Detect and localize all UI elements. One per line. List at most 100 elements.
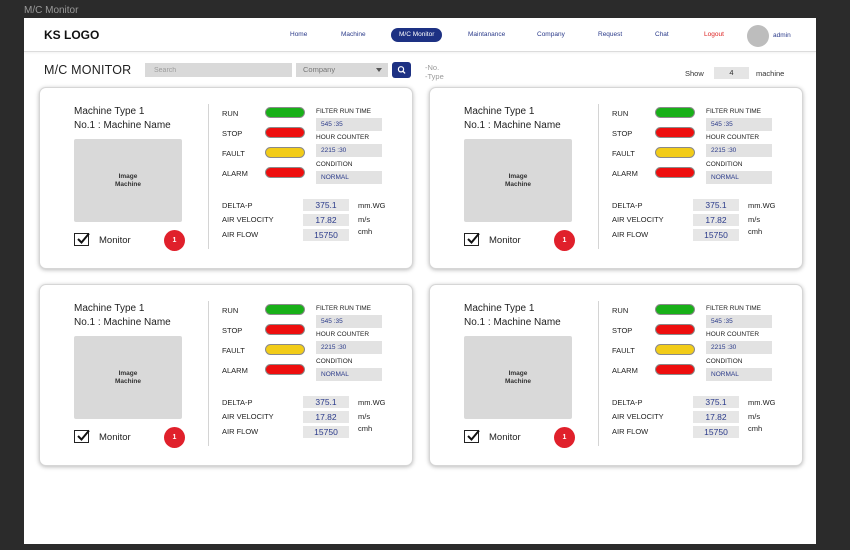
metric-unit-delta-p: mm.WG <box>358 398 386 407</box>
nav-request[interactable]: Request <box>598 31 622 38</box>
status-indicator-stop <box>655 324 695 335</box>
metric-value-air-flow: 15750 <box>693 426 739 438</box>
machine-card: Machine Type 1 No.1 : Machine Name Image… <box>39 87 413 269</box>
hour-counter-label: HOUR COUNTER <box>706 331 760 338</box>
condition-label: CONDITION <box>706 161 743 168</box>
metric-label-air-flow: AIR FLOW <box>612 427 649 436</box>
machine-image: Image Machine <box>74 336 182 419</box>
image-label-2: Machine <box>114 180 141 188</box>
metric-value-air-velocity: 17.82 <box>303 214 349 226</box>
hour-counter-value: 2215 :30 <box>316 144 382 157</box>
metric-label-air-velocity: AIR VELOCITY <box>222 215 274 224</box>
alert-badge[interactable]: 1 <box>164 427 185 448</box>
metric-unit-air-flow: cmh <box>358 227 373 236</box>
company-select-value: Company <box>303 65 336 74</box>
status-indicator-run <box>655 107 695 118</box>
monitor-checkbox[interactable] <box>74 429 90 443</box>
image-label: Image <box>508 172 528 180</box>
show-label: Show <box>685 69 704 78</box>
logo[interactable]: KS LOGO <box>44 28 99 42</box>
metric-value-air-flow: 15750 <box>303 426 349 438</box>
nav-home[interactable]: Home <box>290 31 307 38</box>
user-name[interactable]: admin <box>773 32 791 39</box>
nav-maintanance[interactable]: Maintanance <box>468 31 505 38</box>
nav-machine[interactable]: Machine <box>341 31 366 38</box>
filter-note-type: -Type <box>425 72 444 81</box>
metric-label-delta-p: DELTA-P <box>222 398 253 407</box>
machine-card: Machine Type 1 No.1 : Machine Name Image… <box>429 87 803 269</box>
status-label-alarm: ALARM <box>222 366 248 375</box>
metric-unit-air-velocity: m/s <box>358 412 371 421</box>
nav-company[interactable]: Company <box>537 31 565 38</box>
checkmark-icon <box>467 232 480 244</box>
status-label-run: RUN <box>222 306 239 315</box>
condition-value: NORMAL <box>316 368 382 381</box>
status-indicator-stop <box>265 324 305 335</box>
machine-image: Image Machine <box>74 139 182 222</box>
condition-label: CONDITION <box>316 358 353 365</box>
metric-label-air-velocity: AIR VELOCITY <box>612 215 664 224</box>
status-label-fault: FAULT <box>612 346 635 355</box>
search-icon <box>397 66 406 74</box>
avatar[interactable] <box>747 25 769 47</box>
machine-type: Machine Type 1 <box>74 106 145 117</box>
status-label-run: RUN <box>612 109 629 118</box>
company-select[interactable]: Company <box>296 63 388 77</box>
image-label: Image <box>118 369 138 377</box>
status-label-stop: STOP <box>222 326 243 335</box>
filter-note: -No. -Type <box>425 63 444 81</box>
machine-type: Machine Type 1 <box>464 303 535 314</box>
chevron-down-icon <box>376 68 382 72</box>
search-input[interactable] <box>145 63 292 77</box>
monitor-checkbox[interactable] <box>464 232 480 246</box>
machine-name: No.1 : Machine Name <box>74 317 171 328</box>
show-count[interactable]: 4 <box>714 67 749 79</box>
filter-run-time-value: 545 :35 <box>706 315 772 328</box>
metric-value-air-velocity: 17.82 <box>303 411 349 423</box>
filter-note-no: -No. <box>425 63 440 72</box>
metric-value-air-velocity: 17.82 <box>693 214 739 226</box>
nav-mc-monitor[interactable]: M/C Monitor <box>391 28 443 42</box>
filter-run-time-value: 545 :35 <box>706 118 772 131</box>
metric-label-delta-p: DELTA-P <box>612 398 643 407</box>
metric-value-delta-p: 375.1 <box>693 396 739 408</box>
alert-badge[interactable]: 1 <box>164 230 185 251</box>
status-indicator-run <box>265 304 305 315</box>
alert-badge[interactable]: 1 <box>554 230 575 251</box>
metric-unit-delta-p: mm.WG <box>358 201 386 210</box>
alert-badge[interactable]: 1 <box>554 427 575 448</box>
filter-run-time-label: FILTER RUN TIME <box>316 108 372 115</box>
metric-value-delta-p: 375.1 <box>303 396 349 408</box>
divider <box>208 104 209 249</box>
monitor-checkbox[interactable] <box>74 232 90 246</box>
metric-label-delta-p: DELTA-P <box>222 201 253 210</box>
search-button[interactable] <box>392 62 411 78</box>
monitor-label: Monitor <box>489 235 521 246</box>
condition-label: CONDITION <box>316 161 353 168</box>
monitor-label: Monitor <box>99 432 131 443</box>
nav-logout[interactable]: Logout <box>704 31 724 38</box>
condition-label: CONDITION <box>706 358 743 365</box>
metric-unit-delta-p: mm.WG <box>748 201 776 210</box>
image-label: Image <box>508 369 528 377</box>
checkmark-icon <box>467 429 480 441</box>
hour-counter-label: HOUR COUNTER <box>316 331 370 338</box>
monitor-checkbox[interactable] <box>464 429 480 443</box>
status-label-alarm: ALARM <box>612 169 638 178</box>
status-indicator-fault <box>655 147 695 158</box>
metric-unit-air-velocity: m/s <box>748 412 761 421</box>
hour-counter-value: 2215 :30 <box>706 341 772 354</box>
status-label-fault: FAULT <box>222 149 245 158</box>
status-indicator-alarm <box>265 364 305 375</box>
metric-label-air-flow: AIR FLOW <box>222 427 259 436</box>
status-label-stop: STOP <box>222 129 243 138</box>
metric-value-air-flow: 15750 <box>303 229 349 241</box>
metric-value-delta-p: 375.1 <box>693 199 739 211</box>
status-indicator-fault <box>265 344 305 355</box>
divider <box>598 104 599 249</box>
divider <box>208 301 209 446</box>
metric-label-air-velocity: AIR VELOCITY <box>222 412 274 421</box>
metric-value-air-flow: 15750 <box>693 229 739 241</box>
metric-unit-air-flow: cmh <box>358 424 373 433</box>
nav-chat[interactable]: Chat <box>655 31 669 38</box>
